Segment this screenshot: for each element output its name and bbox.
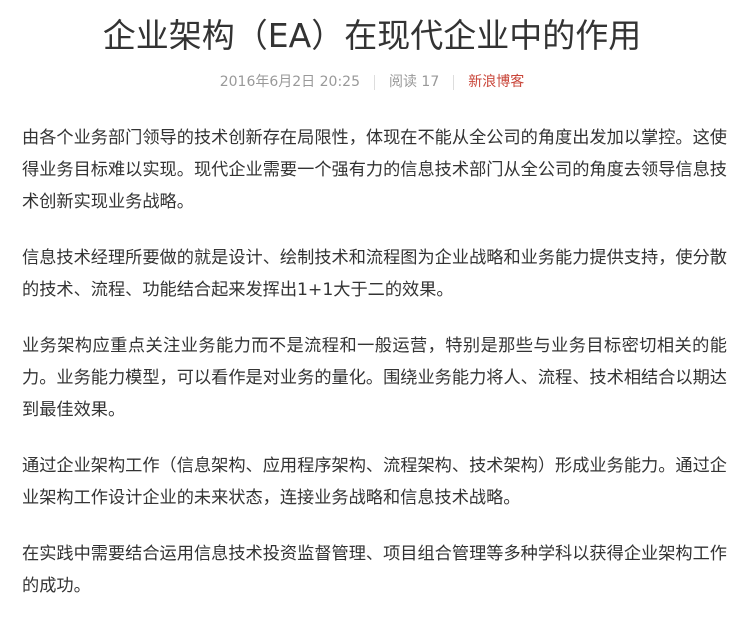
paragraph: 通过企业架构工作（信息架构、应用程序架构、流程架构、技术架构）形成业务能力。通过… — [22, 456, 727, 508]
read-count: 阅读 17 — [388, 74, 440, 90]
paragraph: 信息技术经理所要做的就是设计、绘制技术和流程图为企业战略和业务能力提供支持，使分… — [22, 248, 727, 300]
paragraph: 业务架构应重点关注业务能力而不是流程和一般运营，特别是那些与业务目标密切相关的能… — [22, 336, 727, 420]
paragraph: 由各个业务部门领导的技术创新存在局限性，体现在不能从全公司的角度出发加以掌控。这… — [22, 128, 727, 212]
meta-divider — [453, 74, 455, 90]
article-title: 企业架构（EA）在现代企业中的作用 — [102, 16, 642, 55]
meta-divider — [373, 74, 375, 90]
article: 企业架构（EA）在现代企业中的作用 2016年6月2日 20:25 阅读 17 … — [0, 0, 744, 606]
source-link[interactable]: 新浪博客 — [468, 72, 524, 92]
paragraph: 在实践中需要结合运用信息技术投资监督管理、项目组合管理等多种学科以获得企业架构工… — [22, 544, 727, 596]
article-meta: 2016年6月2日 20:25 阅读 17 新浪博客 — [0, 72, 744, 92]
publish-date: 2016年6月2日 20:25 — [219, 74, 360, 90]
article-body: 由各个业务部门领导的技术创新存在局限性，体现在不能从全公司的角度出发加以掌控。这… — [22, 122, 727, 626]
